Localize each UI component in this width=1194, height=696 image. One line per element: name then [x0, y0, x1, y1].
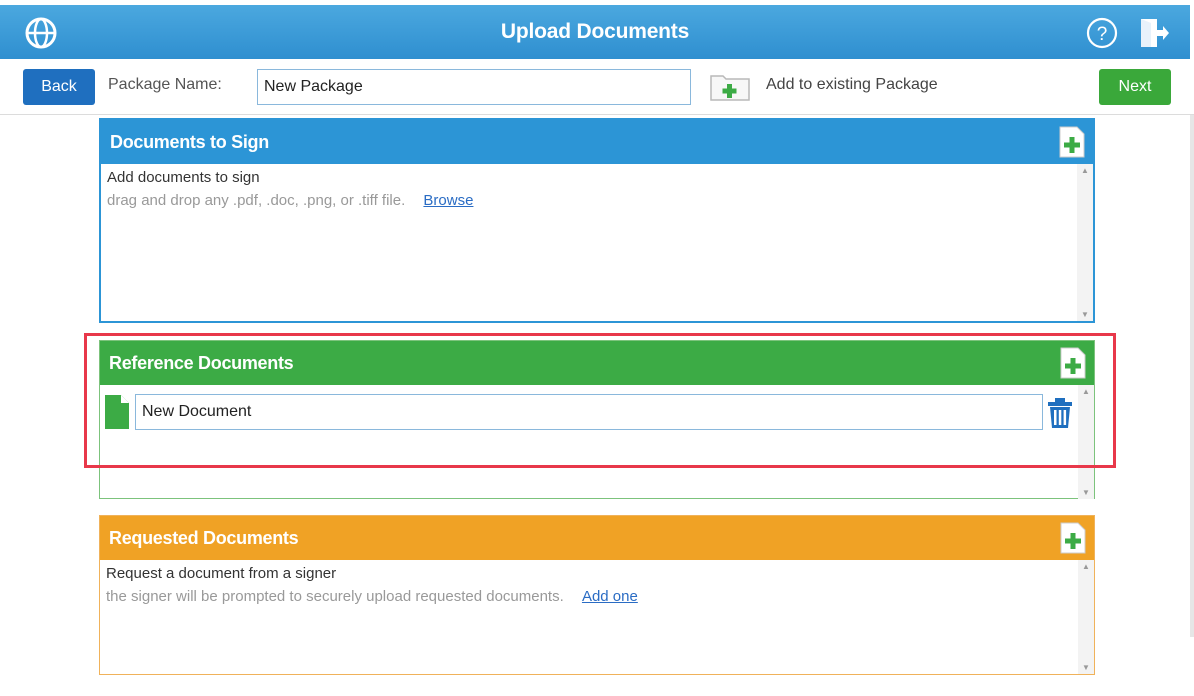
exit-icon[interactable]	[1137, 16, 1171, 50]
sign-hint: drag and drop any .pdf, .doc, .png, or .…	[107, 192, 1087, 209]
scroll-down-icon[interactable]: ▼	[1082, 488, 1090, 497]
requested-documents-title: Requested Documents	[109, 527, 299, 548]
add-one-link[interactable]: Add one	[582, 588, 638, 605]
documents-to-sign-title: Documents to Sign	[110, 131, 269, 152]
requested-documents-body: Request a document from a signer the sig…	[100, 560, 1094, 674]
globe-logo-icon[interactable]	[24, 16, 58, 50]
document-icon	[105, 395, 129, 429]
sign-instruction: Add documents to sign	[107, 169, 260, 186]
next-button[interactable]: Next	[1099, 69, 1171, 105]
request-hint-text: the signer will be prompted to securely …	[106, 588, 564, 605]
sign-scrollbar[interactable]: ▲ ▼	[1077, 164, 1093, 321]
back-button[interactable]: Back	[23, 69, 95, 105]
scroll-up-icon[interactable]: ▲	[1082, 562, 1090, 571]
add-document-icon[interactable]	[1060, 522, 1086, 554]
add-document-icon[interactable]	[1060, 347, 1086, 379]
trash-icon[interactable]	[1046, 397, 1074, 429]
requested-scrollbar[interactable]: ▲ ▼	[1078, 560, 1094, 674]
reference-documents-title: Reference Documents	[109, 352, 294, 373]
documents-to-sign-panel: Documents to Sign Add documents to sign …	[99, 118, 1095, 323]
scroll-up-icon[interactable]: ▲	[1082, 387, 1090, 396]
browse-link[interactable]: Browse	[423, 192, 473, 209]
package-toolbar: Back Package Name: Add to existing Packa…	[0, 59, 1194, 115]
page-title: Upload Documents	[500, 20, 690, 43]
list-item	[105, 394, 1043, 430]
request-hint: the signer will be prompted to securely …	[106, 588, 1088, 605]
add-document-icon[interactable]	[1059, 126, 1085, 158]
request-instruction: Request a document from a signer	[106, 565, 337, 582]
folder-add-icon[interactable]	[709, 70, 751, 102]
reference-documents-list: ▲ ▼	[100, 385, 1094, 499]
help-icon[interactable]: ?	[1086, 17, 1118, 49]
svg-text:?: ?	[1097, 24, 1108, 45]
documents-to-sign-dropzone[interactable]: Add documents to sign drag and drop any …	[101, 164, 1093, 321]
requested-documents-panel: Requested Documents Request a document f…	[99, 515, 1095, 675]
documents-to-sign-header: Documents to Sign	[101, 120, 1093, 164]
scroll-down-icon[interactable]: ▼	[1082, 663, 1090, 672]
package-name-label: Package Name:	[108, 76, 222, 93]
scroll-down-icon[interactable]: ▼	[1081, 310, 1089, 319]
reference-documents-header: Reference Documents	[100, 341, 1094, 385]
add-to-existing-package-label[interactable]: Add to existing Package	[766, 76, 938, 94]
page-scrollbar[interactable]	[1190, 115, 1194, 637]
sign-hint-text: drag and drop any .pdf, .doc, .png, or .…	[107, 192, 406, 209]
scroll-up-icon[interactable]: ▲	[1081, 166, 1089, 175]
requested-documents-header: Requested Documents	[100, 516, 1094, 560]
document-name-input[interactable]	[135, 394, 1043, 430]
app-header: Upload Documents ?	[0, 5, 1190, 59]
reference-documents-panel: Reference Documents ▲ ▼	[99, 340, 1095, 499]
reference-scrollbar[interactable]: ▲ ▼	[1078, 385, 1094, 499]
package-name-input[interactable]	[257, 69, 691, 105]
